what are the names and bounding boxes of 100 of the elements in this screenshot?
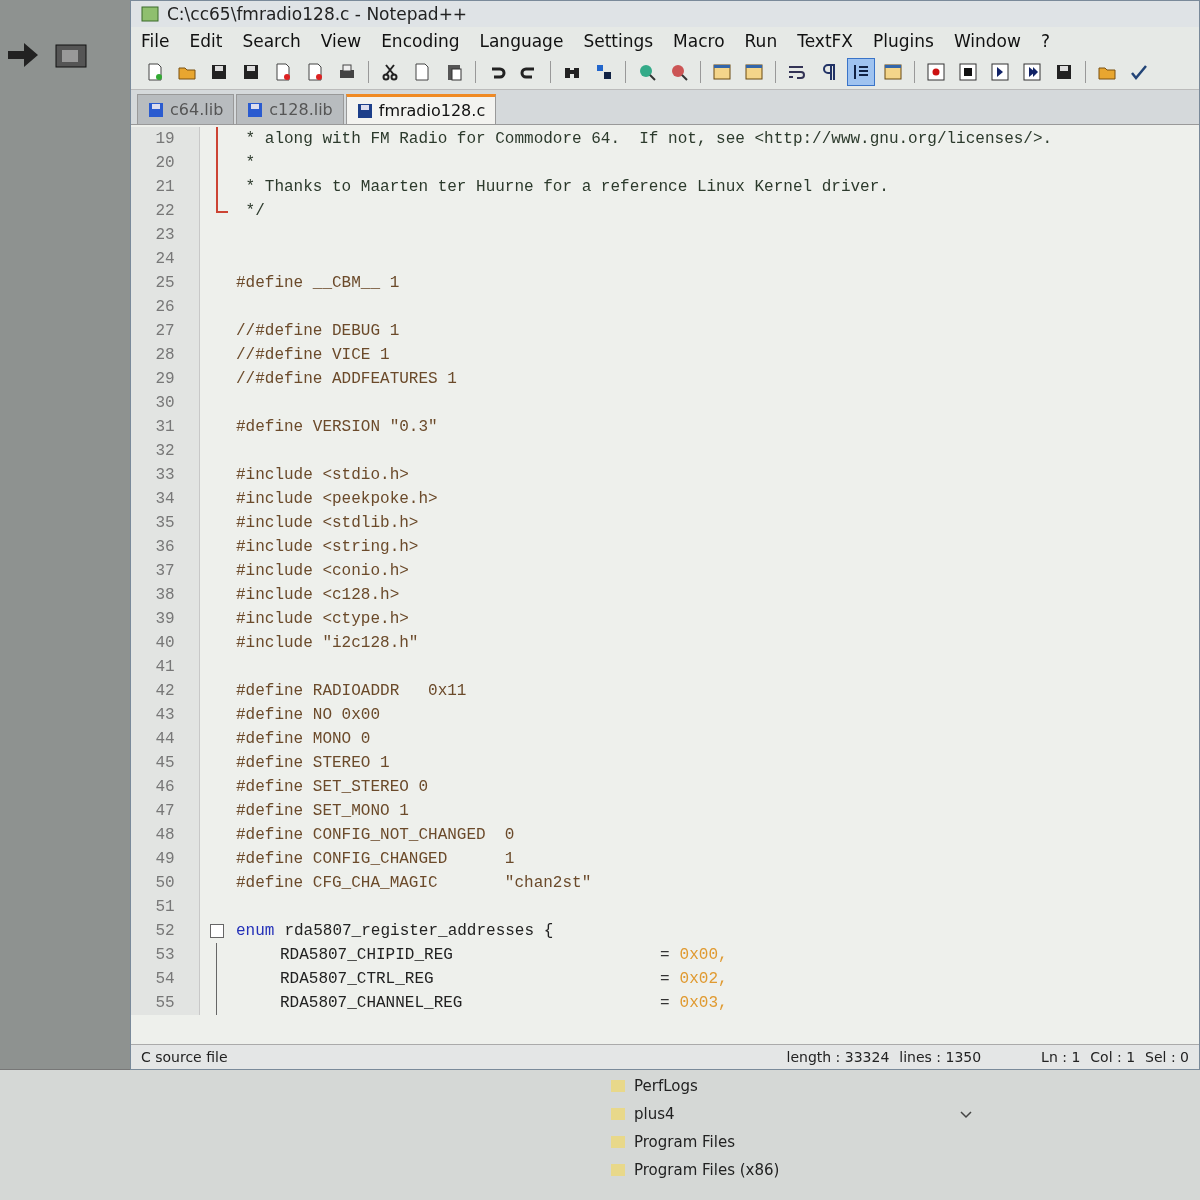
line-number: 43: [131, 703, 200, 727]
code-line: //#define ADDFEATURES 1: [236, 370, 457, 388]
menu-item[interactable]: Plugins: [873, 31, 934, 51]
zoom-in-icon: [637, 62, 657, 82]
code-line: #include <peekpoke.h>: [236, 490, 438, 508]
code-value: 0x00,: [679, 946, 728, 964]
copy-icon: [412, 62, 432, 82]
file-tab[interactable]: c64.lib: [137, 94, 235, 124]
line-number: 52: [131, 919, 200, 943]
status-text: Sel : 0: [1145, 1049, 1189, 1065]
line-number: 55: [131, 991, 200, 1015]
menu-item[interactable]: ?: [1040, 31, 1050, 51]
line-number: 30: [131, 391, 200, 415]
code-line: rda5807_register_addresses {: [284, 922, 554, 940]
file-tab[interactable]: fmradio128.c: [345, 94, 497, 124]
menu-item[interactable]: View: [320, 31, 362, 51]
menu-item[interactable]: Macro: [673, 31, 725, 51]
status-text: Ln : 1: [1041, 1049, 1081, 1065]
code-line: #define VERSION "0.3": [236, 418, 438, 436]
code-comment: * Thanks to Maarten ter Huurne for a reference Linux Kernel driver.: [244, 178, 889, 196]
play-icon: [990, 62, 1010, 82]
line-number: 38: [131, 583, 200, 607]
code-comment: *: [244, 154, 256, 172]
close-document-icon: [273, 62, 293, 82]
menu-item[interactable]: File: [141, 31, 170, 51]
toolbar-button[interactable]: [847, 58, 875, 86]
line-number: 33: [131, 463, 200, 487]
line-number: 20: [131, 151, 200, 175]
line-number: 37: [131, 559, 200, 583]
menu-item[interactable]: Settings: [583, 31, 654, 51]
record-icon: [926, 62, 946, 82]
line-number: 42: [131, 679, 200, 703]
arrow-icon[interactable]: [6, 40, 40, 70]
stop-icon: [958, 62, 978, 82]
code-line: //#define DEBUG 1: [236, 322, 400, 340]
folder-item[interactable]: Program Files (x86): [610, 1158, 780, 1182]
line-number: 25: [131, 271, 200, 295]
code-line: #define MONO 0: [236, 730, 371, 748]
code-line: #define CONFIG_CHANGED 1: [236, 850, 515, 868]
line-number: 28: [131, 343, 200, 367]
line-number: 54: [131, 967, 200, 991]
line-number: 35: [131, 511, 200, 535]
line-number: 44: [131, 727, 200, 751]
line-number: 41: [131, 655, 200, 679]
menu-item[interactable]: Edit: [189, 31, 223, 51]
folder-item[interactable]: PerfLogs: [610, 1074, 780, 1098]
chevron-down-icon[interactable]: [959, 1110, 974, 1120]
line-number: 49: [131, 847, 200, 871]
line-number: 24: [131, 247, 200, 271]
code-operator: =: [660, 946, 670, 964]
code-line: #include "i2c128.h": [236, 634, 419, 652]
code-line: #include <ctype.h>: [236, 610, 409, 628]
menu-item[interactable]: Window: [953, 31, 1021, 51]
line-number: 31: [131, 415, 200, 439]
code-line: #define CONFIG_NOT_CHANGED 0: [236, 826, 515, 844]
folder-item[interactable]: Program Files: [610, 1130, 780, 1154]
file-tab[interactable]: c128.lib: [236, 94, 344, 124]
fast-forward-icon: [1022, 62, 1042, 82]
line-number: 23: [131, 223, 200, 247]
line-number: 22: [131, 199, 200, 223]
app-icon: [141, 6, 159, 22]
code-line: #define RADIOADDR 0x11: [236, 682, 467, 700]
code-line: #define STEREO 1: [236, 754, 390, 772]
code-operator: =: [660, 994, 670, 1012]
status-text: lines : 1350: [899, 1049, 982, 1065]
code-value: 0x02,: [679, 970, 728, 988]
folder-item[interactable]: plus4: [610, 1102, 780, 1126]
line-number: 53: [131, 943, 200, 967]
code-operator: =: [660, 970, 670, 988]
fold-toggle-icon[interactable]: [210, 924, 224, 938]
code-line: #include <conio.h>: [236, 562, 409, 580]
status-text: length : 33324: [786, 1049, 890, 1065]
new-document-icon: [145, 62, 165, 82]
zoom-out-icon: [669, 62, 689, 82]
menu-item[interactable]: Language: [479, 31, 564, 51]
line-number: 32: [131, 439, 200, 463]
code-line: #define SET_STEREO 0: [236, 778, 429, 796]
menu-item[interactable]: TextFX: [797, 31, 853, 51]
code-line: RDA5807_CHIPID_REG: [279, 946, 454, 964]
window-title: C:\cc65\fmradio128.c - Notepad++: [167, 4, 468, 24]
line-number: 36: [131, 535, 200, 559]
window-icon: [883, 62, 903, 82]
line-number: 34: [131, 487, 200, 511]
status-text: C source file: [141, 1049, 228, 1065]
code-comment: */: [244, 202, 265, 220]
line-number: 27: [131, 319, 200, 343]
fold-end-line: [216, 199, 228, 213]
line-number: 45: [131, 751, 200, 775]
code-keyword: enum: [236, 922, 275, 940]
menu-item[interactable]: Run: [744, 31, 778, 51]
line-number: 29: [131, 367, 200, 391]
line-number: 21: [131, 175, 200, 199]
menu-item[interactable]: Encoding: [381, 31, 460, 51]
line-number: 39: [131, 607, 200, 631]
menu-item[interactable]: Search: [242, 31, 301, 51]
code-line: #define __CBM__ 1: [236, 274, 400, 292]
code-line: //#define VICE 1: [236, 346, 390, 364]
line-number: 26: [131, 295, 200, 319]
code-line: #include <string.h>: [236, 538, 419, 556]
code-line: RDA5807_CTRL_REG: [279, 970, 435, 988]
